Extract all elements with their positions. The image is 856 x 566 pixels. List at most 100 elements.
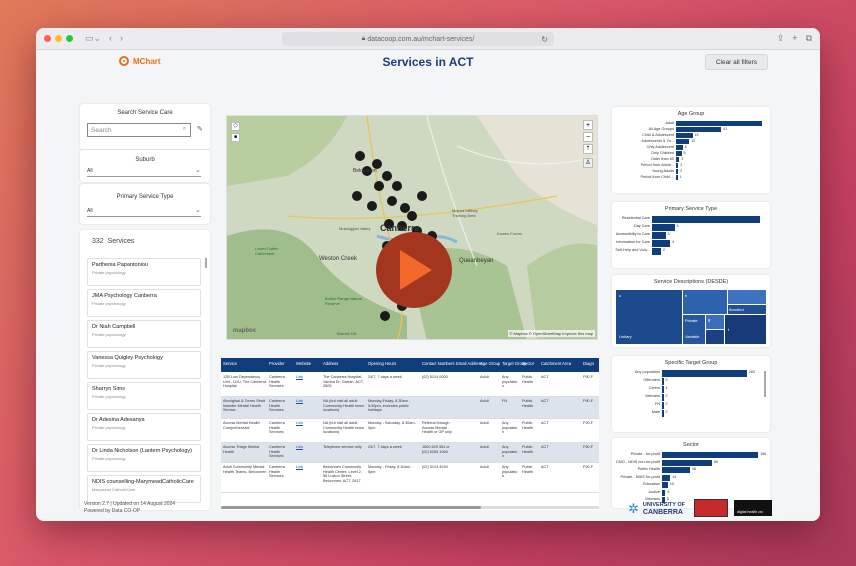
- table-row[interactable]: 12B Low Dependency Unit - LDU, The Canbe…: [221, 373, 599, 397]
- compass-icon[interactable]: ⇡: [583, 144, 593, 154]
- chart-bar-row[interactable]: Any population 283: [635, 370, 762, 377]
- chart-bar-row[interactable]: Residential Care: [622, 216, 762, 223]
- chart-bar[interactable]: [652, 240, 670, 247]
- chart-bar[interactable]: [662, 410, 664, 417]
- chart-bar-row[interactable]: Veterans 2: [645, 394, 762, 401]
- chart-bar[interactable]: [662, 467, 690, 473]
- zoom-window-button[interactable]: [66, 35, 73, 42]
- map-pin[interactable]: [355, 151, 365, 161]
- chart-bar[interactable]: [662, 482, 668, 488]
- chart-bar-row[interactable]: Only Adolescent 6: [647, 145, 762, 150]
- suburb-select[interactable]: All ⌄: [87, 167, 201, 177]
- list-scrollbar[interactable]: [205, 258, 207, 268]
- chart-bar[interactable]: [652, 248, 661, 255]
- chart-bar-row[interactable]: Male 2: [652, 410, 762, 417]
- chart-bar[interactable]: [676, 139, 690, 144]
- chart-bar-row[interactable]: CMO - NDIS non-for-profit 86: [616, 459, 762, 466]
- table-header-cell[interactable]: Service: [223, 361, 237, 366]
- chart-bar[interactable]: [676, 157, 680, 162]
- chart-bar-row[interactable]: Accessibility to Care 3: [616, 232, 762, 239]
- list-item[interactable]: NDIS counselling-MarymeadCatholicCare Mar…: [87, 475, 201, 503]
- map-pin[interactable]: [380, 311, 390, 321]
- chart-bar-row[interactable]: All Age Groups 41: [649, 127, 762, 132]
- forward-arrow-icon[interactable]: ›: [120, 33, 123, 44]
- clear-filters-button[interactable]: Clear all filters: [704, 54, 768, 70]
- table-row[interactable]: Access Mental Health Comprehensive Canber…: [221, 419, 599, 443]
- minimize-window-button[interactable]: [55, 35, 62, 42]
- map-pin[interactable]: [417, 191, 427, 201]
- chart-bar[interactable]: [676, 175, 678, 180]
- chart-bar[interactable]: [676, 163, 679, 168]
- list-item[interactable]: Dr Niah Campbell Private psychology: [87, 320, 201, 348]
- chart-bar[interactable]: [662, 459, 712, 466]
- list-item[interactable]: Sharryn Sims Private psychology: [87, 382, 201, 410]
- share-icon[interactable]: ⇪: [777, 33, 785, 44]
- chart-bar[interactable]: [676, 169, 679, 174]
- street-view-icon[interactable]: ♙: [583, 158, 593, 168]
- chart-bar-row[interactable]: Young Adults 2: [652, 169, 762, 174]
- chart-bar-row[interactable]: Child & Adolescent 15: [642, 133, 762, 138]
- map-pin[interactable]: [387, 196, 397, 206]
- zoom-in-button[interactable]: +: [583, 120, 593, 130]
- website-link[interactable]: Link: [296, 465, 321, 470]
- map-pin[interactable]: [367, 201, 377, 211]
- chart-bar-row[interactable]: Period from Child ... 1: [640, 175, 762, 180]
- table-header-cell[interactable]: Catchment Area: [541, 361, 571, 366]
- table-hscroll-thumb[interactable]: [221, 506, 481, 509]
- list-item[interactable]: Dr Linda Nicholson (Lantern Psychology) P…: [87, 444, 201, 472]
- chart-bar-row[interactable]: Self-Help and Volu... 2: [615, 248, 762, 255]
- eyedropper-icon[interactable]: ✎: [197, 125, 203, 133]
- sidebar-toggle-icon[interactable]: ▭⌄: [85, 33, 101, 44]
- chart-bar-row[interactable]: Offenders 3: [643, 378, 762, 385]
- chart-bar-row[interactable]: Day Care 5: [634, 224, 762, 231]
- map-pin[interactable]: [400, 203, 410, 213]
- table-header-cell[interactable]: Address: [323, 361, 338, 366]
- website-link[interactable]: Link: [296, 375, 321, 380]
- map-attribution[interactable]: © Mapbox © OpenStreetMap Improve this ma…: [507, 330, 595, 337]
- service-type-select[interactable]: All ⌄: [87, 207, 201, 217]
- chart-bar[interactable]: [662, 386, 664, 393]
- chart-bar-row[interactable]: Only Children 5: [651, 151, 762, 156]
- draw-polygon-button[interactable]: ⬠: [231, 122, 240, 131]
- video-play-button[interactable]: [376, 232, 452, 308]
- website-link[interactable]: Link: [296, 399, 321, 404]
- table-header-cell[interactable]: Contact Numbers: [422, 361, 455, 366]
- address-bar[interactable]: 🔒︎ datacoop.com.au/mchart-services/ ↻: [282, 32, 554, 46]
- chart-bar[interactable]: [652, 232, 666, 239]
- tabs-overview-icon[interactable]: ⧉: [806, 33, 812, 44]
- reload-icon[interactable]: ↻: [541, 35, 548, 44]
- chart-bar-row[interactable]: Period from Adole... 2: [641, 163, 762, 168]
- chart-bar-row[interactable]: Public Health 48: [638, 467, 762, 473]
- new-tab-icon[interactable]: +: [792, 33, 797, 44]
- zoom-out-button[interactable]: −: [583, 132, 593, 142]
- list-item[interactable]: Vanessa Quigley Psychology Private psycho…: [87, 351, 201, 379]
- table-header-cell[interactable]: Website: [296, 361, 311, 366]
- chart-bar[interactable]: [652, 216, 760, 223]
- draw-square-button[interactable]: ■: [231, 133, 240, 142]
- chart-bar[interactable]: [662, 474, 671, 481]
- table-hscroll-track[interactable]: [221, 506, 599, 509]
- list-item[interactable]: JMA Psychology Canberra Private psycholog…: [87, 289, 201, 317]
- chart-bar-row[interactable]: Information for Care 4: [616, 240, 762, 247]
- chart-bar-row[interactable]: Carers 4: [649, 386, 762, 393]
- chart-bar[interactable]: [676, 133, 693, 138]
- list-item[interactable]: Parthenia Papantoniou Private psychology: [87, 258, 201, 286]
- chart-bar-row[interactable]: Private - NDIS for-profit 14: [621, 474, 762, 481]
- website-link[interactable]: Link: [296, 421, 321, 426]
- list-item[interactable]: Dr Adesina Adesanya Private psychology: [87, 413, 201, 441]
- map-pin[interactable]: [392, 181, 402, 191]
- map-pin[interactable]: [352, 191, 362, 201]
- table-header-cell[interactable]: Opening Hours: [368, 361, 396, 366]
- chart-bar[interactable]: [676, 151, 682, 156]
- table-header-cell[interactable]: Diagn: [583, 361, 594, 366]
- chart-bar-row[interactable]: Justice 6: [648, 489, 762, 496]
- table-header-cell[interactable]: Email Address: [456, 361, 483, 366]
- back-arrow-icon[interactable]: ‹: [109, 33, 112, 44]
- table-row[interactable]: Adult Community Mental Health Teams- Bel…: [221, 463, 599, 493]
- map-pin[interactable]: [382, 171, 392, 181]
- chart-bar[interactable]: [662, 378, 664, 385]
- table-row[interactable]: Aboriginal & Torres Strait Islander Ment…: [221, 397, 599, 419]
- website-link[interactable]: Link: [296, 445, 321, 450]
- table-header-cell[interactable]: Provider: [269, 361, 285, 366]
- chart-bar[interactable]: [662, 370, 747, 377]
